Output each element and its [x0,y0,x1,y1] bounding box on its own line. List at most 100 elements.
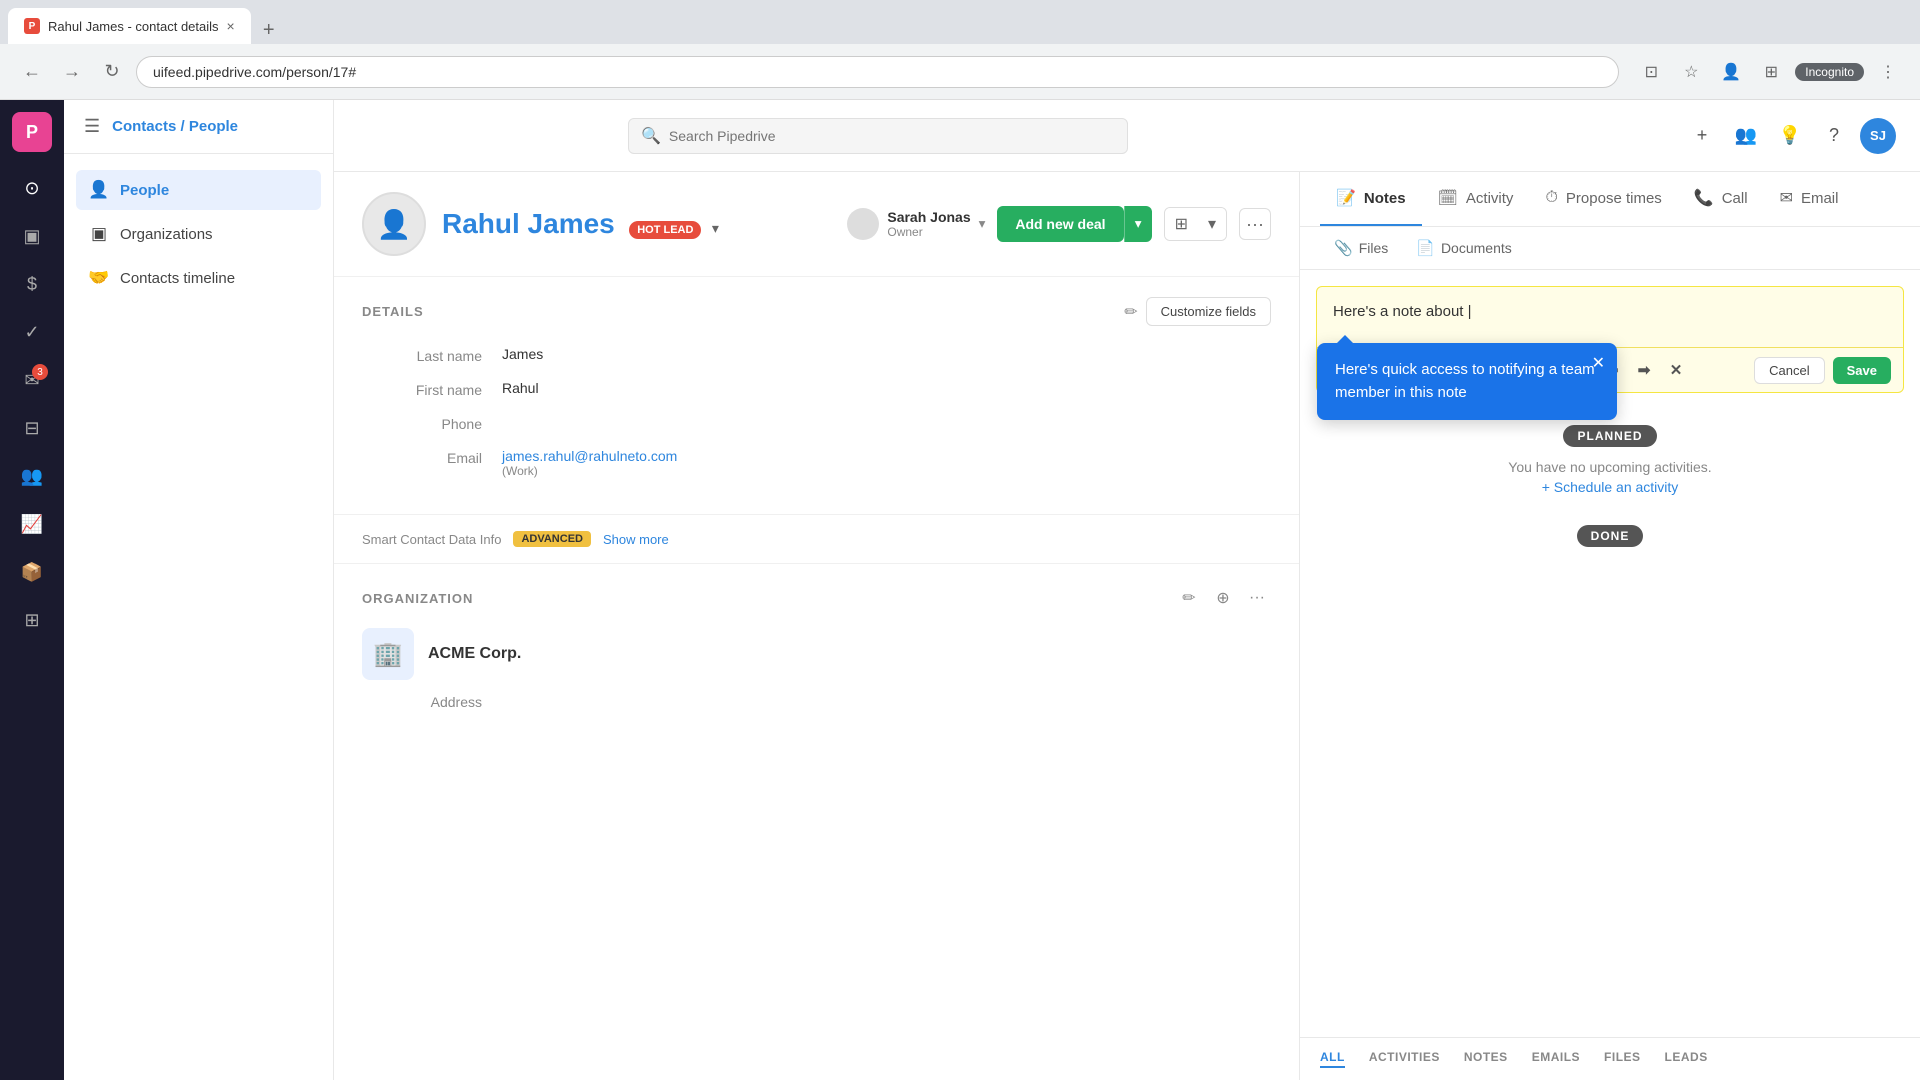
org-more-button[interactable]: ··· [1243,584,1271,612]
tooltip-close-button[interactable]: ✕ [1592,353,1605,373]
primary-tabs-row: 📝 Notes 🗓 Activity ⏱ Propose times 📞 Cal… [1300,172,1920,227]
phone-label: Phone [362,414,502,432]
owner-dropdown-icon[interactable]: ▾ [979,216,986,232]
strip-icon-apps[interactable]: ⊞ [12,600,52,640]
tab-email[interactable]: ✉ Email [1764,172,1855,226]
customize-fields-button[interactable]: Customize fields [1146,297,1271,326]
cast-icon[interactable]: ⊡ [1635,56,1667,88]
add-deal-button[interactable]: Add new deal [997,206,1123,242]
tab-favicon: P [24,18,40,34]
strip-icon-mail[interactable]: ✉ 3 [12,360,52,400]
app-logo[interactable]: P [12,112,52,152]
bottom-tab-emails[interactable]: EMAILS [1532,1050,1580,1068]
grid-view-button[interactable]: ⊞ [1165,208,1198,240]
profile-icon[interactable]: 👤 [1715,56,1747,88]
lightbulb-icon[interactable]: 💡 [1772,118,1808,154]
strip-icon-activity[interactable]: ✓ [12,312,52,352]
strip-icon-home[interactable]: ⊙ [12,168,52,208]
add-deal-group: Add new deal ▾ [997,206,1151,242]
contact-header-right: Sarah Jonas Owner ▾ Add new deal ▾ ⊞ ▾ [847,206,1271,242]
extensions-icon[interactable]: ⊞ [1755,56,1787,88]
org-expand-button[interactable]: ⊕ [1209,584,1237,612]
owner-name: Sarah Jonas [887,209,970,225]
done-badge: DONE [1577,525,1644,547]
address-field: Address [362,692,1271,710]
add-button[interactable]: + [1684,118,1720,154]
tab-close-button[interactable]: × [227,18,235,34]
clear-format-button[interactable]: ✕ [1662,356,1690,384]
bottom-tab-notes[interactable]: NOTES [1464,1050,1508,1068]
indent-right-button[interactable]: ➡ [1630,356,1658,384]
address-bar[interactable]: uifeed.pipedrive.com/person/17# [136,56,1619,88]
nav-header: ☰ Contacts / People [64,100,333,154]
bottom-tab-all[interactable]: ALL [1320,1050,1345,1068]
icon-strip: P ⊙ ▣ $ ✓ ✉ 3 ⊟ 👥 📈 📦 ⊞ [0,100,64,1080]
menu-button[interactable]: ⋮ [1872,56,1904,88]
org-section-header: ORGANIZATION ✏ ⊕ ··· [362,584,1271,612]
help-icon[interactable]: ? [1816,118,1852,154]
org-title: ORGANIZATION [362,591,1175,606]
save-button[interactable]: Save [1833,357,1891,384]
tab-activity[interactable]: 🗓 Activity [1422,172,1530,226]
bottom-tab-files[interactable]: FILES [1604,1050,1641,1068]
strip-icon-contacts[interactable]: 👥 [12,456,52,496]
sidebar-item-people[interactable]: 👤 People [76,170,321,210]
smart-contact-bar: Smart Contact Data Info ADVANCED Show mo… [334,514,1299,563]
strip-icon-products[interactable]: 📦 [12,552,52,592]
first-name-value: Rahul [502,380,1271,396]
email-value[interactable]: james.rahul@rahulneto.com [502,448,677,464]
bottom-tab-activities[interactable]: ACTIVITIES [1369,1050,1440,1068]
strip-icon-reports[interactable]: 📈 [12,504,52,544]
org-item: 🏢 ACME Corp. [362,628,1271,680]
email-type: (Work) [502,464,677,478]
bottom-tab-leads[interactable]: LEADS [1665,1050,1708,1068]
cancel-button[interactable]: Cancel [1754,357,1824,384]
contact-name-area: Rahul James HOT LEAD ▾ [442,208,831,240]
list-view-dropdown[interactable]: ▾ [1198,208,1226,240]
dropdown-icon[interactable]: ▾ [712,220,719,237]
notes-tab-icon: 📝 [1336,188,1356,208]
refresh-button[interactable]: ↻ [96,56,128,88]
nav-items-list: 👤 People ▣ Organizations 🤝 Contacts time… [64,154,333,314]
org-edit-button[interactable]: ✏ [1175,584,1203,612]
last-name-label: Last name [362,346,502,364]
sidebar-item-organizations[interactable]: ▣ Organizations [76,214,321,254]
strip-icon-deals[interactable]: ▣ [12,216,52,256]
more-options-button[interactable]: ··· [1239,208,1271,240]
back-button[interactable]: ← [16,56,48,88]
contact-section: 👤 Rahul James HOT LEAD ▾ Sarah Jonas Own… [334,172,1300,1080]
bookmark-icon[interactable]: ☆ [1675,56,1707,88]
search-input[interactable] [669,128,1115,144]
strip-icon-money[interactable]: $ [12,264,52,304]
contact-header: 👤 Rahul James HOT LEAD ▾ Sarah Jonas Own… [334,172,1299,277]
show-more-link[interactable]: Show more [603,532,669,547]
search-icon: 🔍 [641,126,661,146]
right-panel: 📝 Notes 🗓 Activity ⏱ Propose times 📞 Cal… [1300,172,1920,1080]
hamburger-icon[interactable]: ☰ [84,116,100,137]
sidebar-item-contacts-timeline[interactable]: 🤝 Contacts timeline [76,258,321,298]
active-tab[interactable]: P Rahul James - contact details × [8,8,251,44]
call-tab-icon: 📞 [1694,188,1714,208]
incognito-badge: Incognito [1795,63,1864,81]
note-input[interactable]: Here's a note about | [1317,287,1903,347]
owner-area: Sarah Jonas Owner ▾ [847,208,985,240]
tab-notes[interactable]: 📝 Notes [1320,172,1422,226]
top-bar: 🔍 + 👥 💡 ? SJ [334,100,1920,172]
add-deal-dropdown-button[interactable]: ▾ [1124,206,1152,242]
schedule-activity-link[interactable]: + Schedule an activity [1320,479,1900,495]
top-bar-icons: + 👥 💡 ? SJ [1684,118,1896,154]
tab-call[interactable]: 📞 Call [1678,172,1764,226]
tab-files[interactable]: 📎 Files [1320,227,1402,269]
propose-times-tab-icon: ⏱ [1545,189,1557,207]
new-tab-button[interactable]: + [255,16,283,44]
activity-section: PLANNED You have no upcoming activities.… [1300,409,1920,563]
tab-propose-times[interactable]: ⏱ Propose times [1529,173,1677,225]
strip-icon-calendar[interactable]: ⊟ [12,408,52,448]
user-avatar[interactable]: SJ [1860,118,1896,154]
tab-documents[interactable]: 📄 Documents [1402,227,1526,269]
people-top-icon[interactable]: 👥 [1728,118,1764,154]
edit-icon[interactable]: ✏ [1124,302,1137,322]
organizations-icon: ▣ [88,224,110,244]
search-bar[interactable]: 🔍 [628,118,1128,154]
forward-button[interactable]: → [56,56,88,88]
